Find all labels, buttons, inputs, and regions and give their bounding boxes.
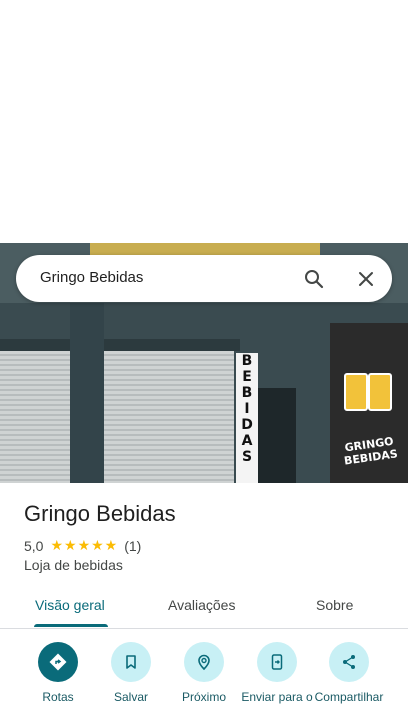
search-query[interactable]: Gringo Bebidas xyxy=(40,269,143,286)
nearby-button[interactable]: Próximo xyxy=(164,642,244,705)
doorway xyxy=(256,388,296,483)
place-category[interactable]: Loja de bebidas xyxy=(24,557,123,573)
action-bar: Rotas Salvar Próximo Enviar para o Compa… xyxy=(0,640,408,726)
share-button[interactable]: Compartilhar xyxy=(309,642,389,705)
review-count[interactable]: (1) xyxy=(124,538,141,554)
directions-icon xyxy=(38,642,78,682)
shutter-left xyxy=(0,351,70,483)
bookmark-icon xyxy=(111,642,151,682)
tab-reviews[interactable]: Avaliações xyxy=(168,597,235,613)
directions-label: Rotas xyxy=(42,690,74,704)
send-to-phone-button[interactable]: Enviar para o xyxy=(237,642,317,705)
send-to-phone-icon xyxy=(257,642,297,682)
search-icon[interactable] xyxy=(303,268,325,290)
shutter-right xyxy=(104,351,234,483)
save-label: Salvar xyxy=(113,690,148,704)
share-icon xyxy=(329,642,369,682)
rating-value: 5,0 xyxy=(24,537,44,554)
search-bar[interactable]: Gringo Bebidas xyxy=(16,255,392,302)
directions-button[interactable]: Rotas xyxy=(18,642,98,705)
beer-mug-graphic xyxy=(344,373,368,411)
place-tabs: Visão geral Avaliações Sobre xyxy=(0,588,408,629)
close-icon[interactable] xyxy=(355,268,377,290)
active-tab-indicator xyxy=(34,624,108,627)
star-rating-icon: ★★★★★ xyxy=(50,537,119,553)
vertical-sign: BEBIDAS xyxy=(236,353,258,483)
rating-row[interactable]: 5,0 ★★★★★ (1) xyxy=(24,537,141,554)
shutter-lintel xyxy=(0,339,240,351)
tab-about[interactable]: Sobre xyxy=(316,597,353,613)
tab-overview[interactable]: Visão geral xyxy=(35,597,105,613)
beer-mug-graphic xyxy=(368,373,392,411)
nearby-label: Próximo xyxy=(181,690,226,704)
place-name: Gringo Bebidas xyxy=(24,501,176,526)
send-to-phone-label: Enviar para o xyxy=(241,690,313,704)
nearby-icon xyxy=(184,642,224,682)
pillar xyxy=(70,303,104,483)
save-button[interactable]: Salvar xyxy=(91,642,171,705)
share-label: Compartilhar xyxy=(314,690,384,704)
